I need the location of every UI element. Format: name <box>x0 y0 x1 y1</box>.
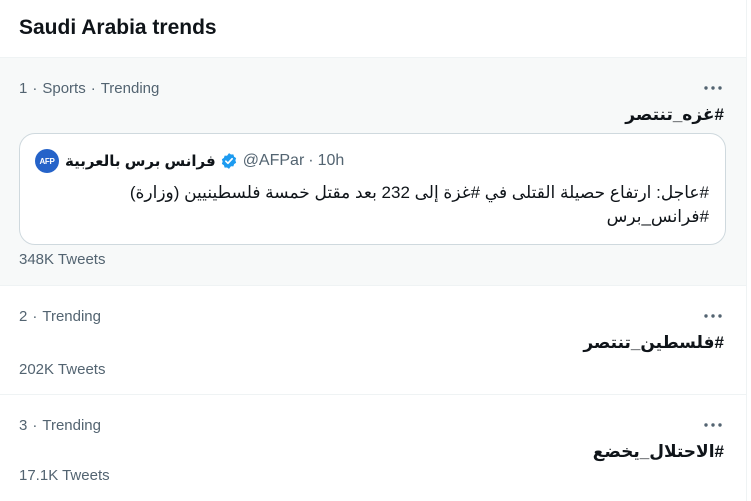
trend-tweet-count: 17.1K Tweets <box>19 467 110 484</box>
trend-hashtag[interactable]: #غزه_تنتصر <box>625 105 724 125</box>
trend-meta: 2 · Trending <box>19 308 101 325</box>
tweet-card[interactable]: AFP فرانس برس بالعربية @AFPar · 10h #عاجل:… <box>19 133 726 245</box>
more-horizontal-icon <box>704 423 722 427</box>
trend-meta: 3 · Trending <box>19 417 101 434</box>
trend-meta: 1 · Sports · Trending <box>19 80 160 97</box>
more-options-button[interactable] <box>702 416 724 434</box>
more-horizontal-icon <box>704 314 722 318</box>
tweet-author-name[interactable]: فرانس برس بالعربية <box>65 152 216 170</box>
trend-rank: 1 <box>19 80 28 97</box>
trend-hashtag[interactable]: #فلسطين_تنتصر <box>583 333 724 353</box>
trends-panel: Saudi Arabia trends 1 · Sports · Trending #غ… <box>0 0 747 501</box>
trend-item-3[interactable]: 3 · Trending #الاحتلال_يخضع 17.1K Tweets <box>0 395 746 501</box>
trend-item-2[interactable]: 2 · Trending #فلسطين_تنتصر 202K Tweets <box>0 286 746 395</box>
tweet-handle-time: @AFPar · 10h <box>242 152 345 169</box>
trend-rank: 3 <box>19 417 28 434</box>
trend-status: Trending <box>42 417 101 434</box>
tweet-header: AFP فرانس برس بالعربية @AFPar · 10h <box>35 149 709 173</box>
more-options-button[interactable] <box>702 307 724 325</box>
more-options-button[interactable] <box>702 79 724 97</box>
trend-hashtag[interactable]: #الاحتلال_يخضع <box>593 442 724 462</box>
trend-rank: 2 <box>19 308 28 325</box>
trend-status: Trending <box>42 308 101 325</box>
more-horizontal-icon <box>704 86 722 90</box>
trends-header: Saudi Arabia trends <box>0 0 746 58</box>
tweet-time[interactable]: 10h <box>318 152 345 169</box>
verified-badge-icon <box>221 153 236 169</box>
avatar[interactable]: AFP <box>35 149 59 173</box>
trend-tweet-count: 348K Tweets <box>19 251 106 268</box>
trend-tweet-count: 202K Tweets <box>19 361 106 378</box>
tweet-text: #عاجل: ارتفاع حصيلة القتلى في #غزة إلى 2… <box>129 183 709 226</box>
trend-status: Trending <box>100 80 160 97</box>
page-title: Saudi Arabia trends <box>19 15 217 39</box>
tweet-handle[interactable]: @AFPar <box>243 152 305 169</box>
trend-item-1[interactable]: 1 · Sports · Trending #غزه_تنتصر AFP فرانس ب… <box>0 58 746 286</box>
trend-category: Sports <box>42 80 86 97</box>
